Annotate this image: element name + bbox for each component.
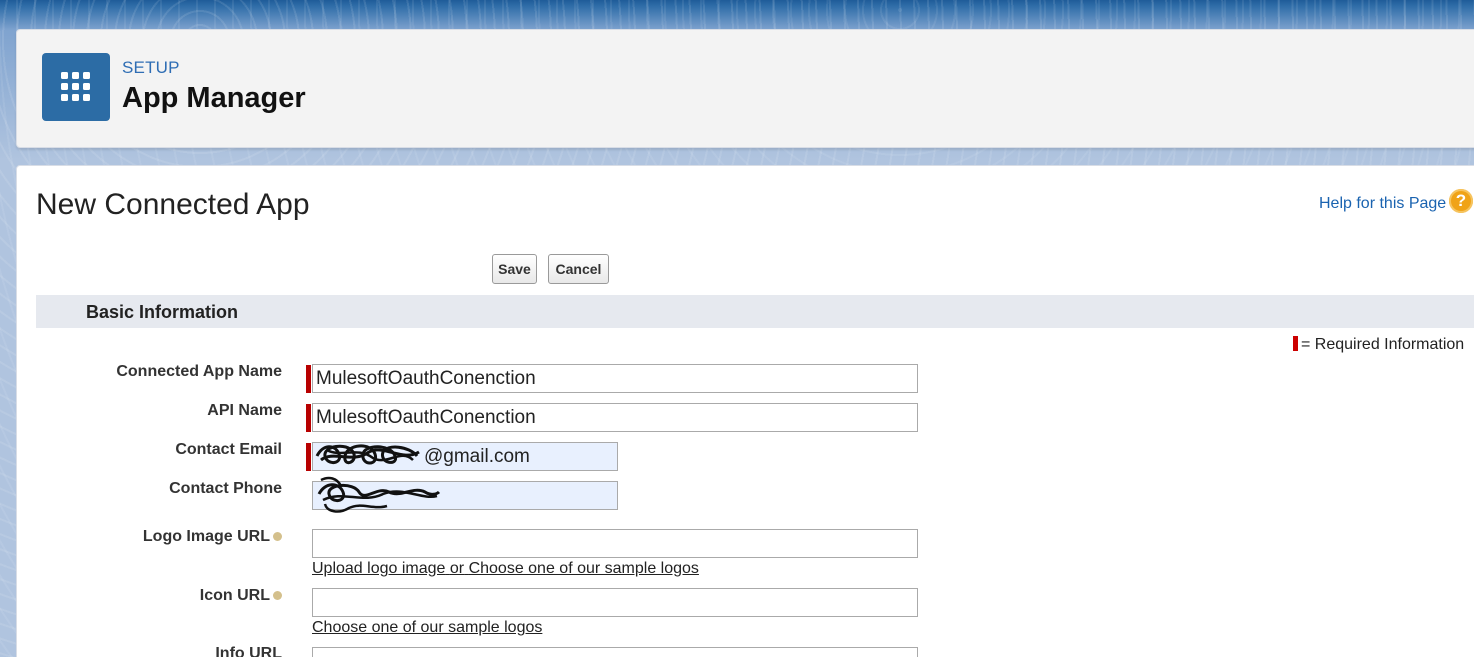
section-title: Basic Information (86, 302, 239, 322)
upload-logo-link[interactable]: Upload logo image (312, 560, 445, 577)
question-icon[interactable]: ? (1449, 189, 1473, 213)
connected-app-name-label: Connected App Name (116, 363, 282, 380)
api-name-input[interactable] (312, 403, 918, 432)
logo-image-url-label-text: Logo Image URL (142, 528, 270, 545)
contact-email-visible-value: @gmail.com (424, 446, 530, 467)
icon-url-label-text: Icon URL (199, 587, 270, 604)
page-title: New Connected App (36, 188, 310, 221)
redaction-scribble (315, 444, 420, 465)
connected-app-name-input[interactable] (312, 364, 918, 393)
required-indicator (1293, 336, 1298, 351)
save-button[interactable]: Save (492, 254, 537, 284)
section-header: Basic Information (36, 295, 1474, 328)
required-indicator (306, 443, 311, 471)
app-manager-icon (42, 53, 110, 121)
required-indicator (306, 404, 311, 432)
logo-links: Upload logo image or Choose one of our s… (312, 560, 699, 578)
logo-image-url-input[interactable] (312, 529, 918, 558)
info-url-label: Info URL (215, 645, 282, 657)
contact-phone-label: Contact Phone (169, 480, 282, 497)
contact-email-label: Contact Email (175, 441, 282, 458)
redaction-scribble (317, 476, 441, 513)
info-icon[interactable] (273, 591, 282, 600)
required-indicator (306, 365, 311, 393)
page-header-title: App Manager (122, 82, 306, 114)
choose-sample-logo-link[interactable]: Choose one of our sample logos (469, 560, 699, 577)
main-content: New Connected App Help for this Page ? S… (16, 165, 1474, 657)
api-name-label: API Name (207, 402, 282, 419)
choose-sample-icon-link[interactable]: Choose one of our sample logos (312, 619, 542, 637)
logo-image-url-label: Logo Image URL (143, 528, 282, 546)
or-text: or (449, 560, 465, 577)
icon-url-input[interactable] (312, 588, 918, 617)
info-url-input[interactable] (312, 647, 918, 657)
setup-breadcrumb[interactable]: SETUP (122, 58, 180, 78)
required-legend: = Required Information (1293, 336, 1464, 354)
help-link[interactable]: Help for this Page (1319, 195, 1446, 213)
setup-header: SETUP App Manager (16, 29, 1474, 148)
icon-url-label: Icon URL (200, 587, 282, 605)
info-icon[interactable] (273, 532, 282, 541)
required-legend-text: = Required Information (1301, 336, 1465, 353)
grid-icon (61, 72, 90, 101)
cancel-button[interactable]: Cancel (548, 254, 609, 284)
